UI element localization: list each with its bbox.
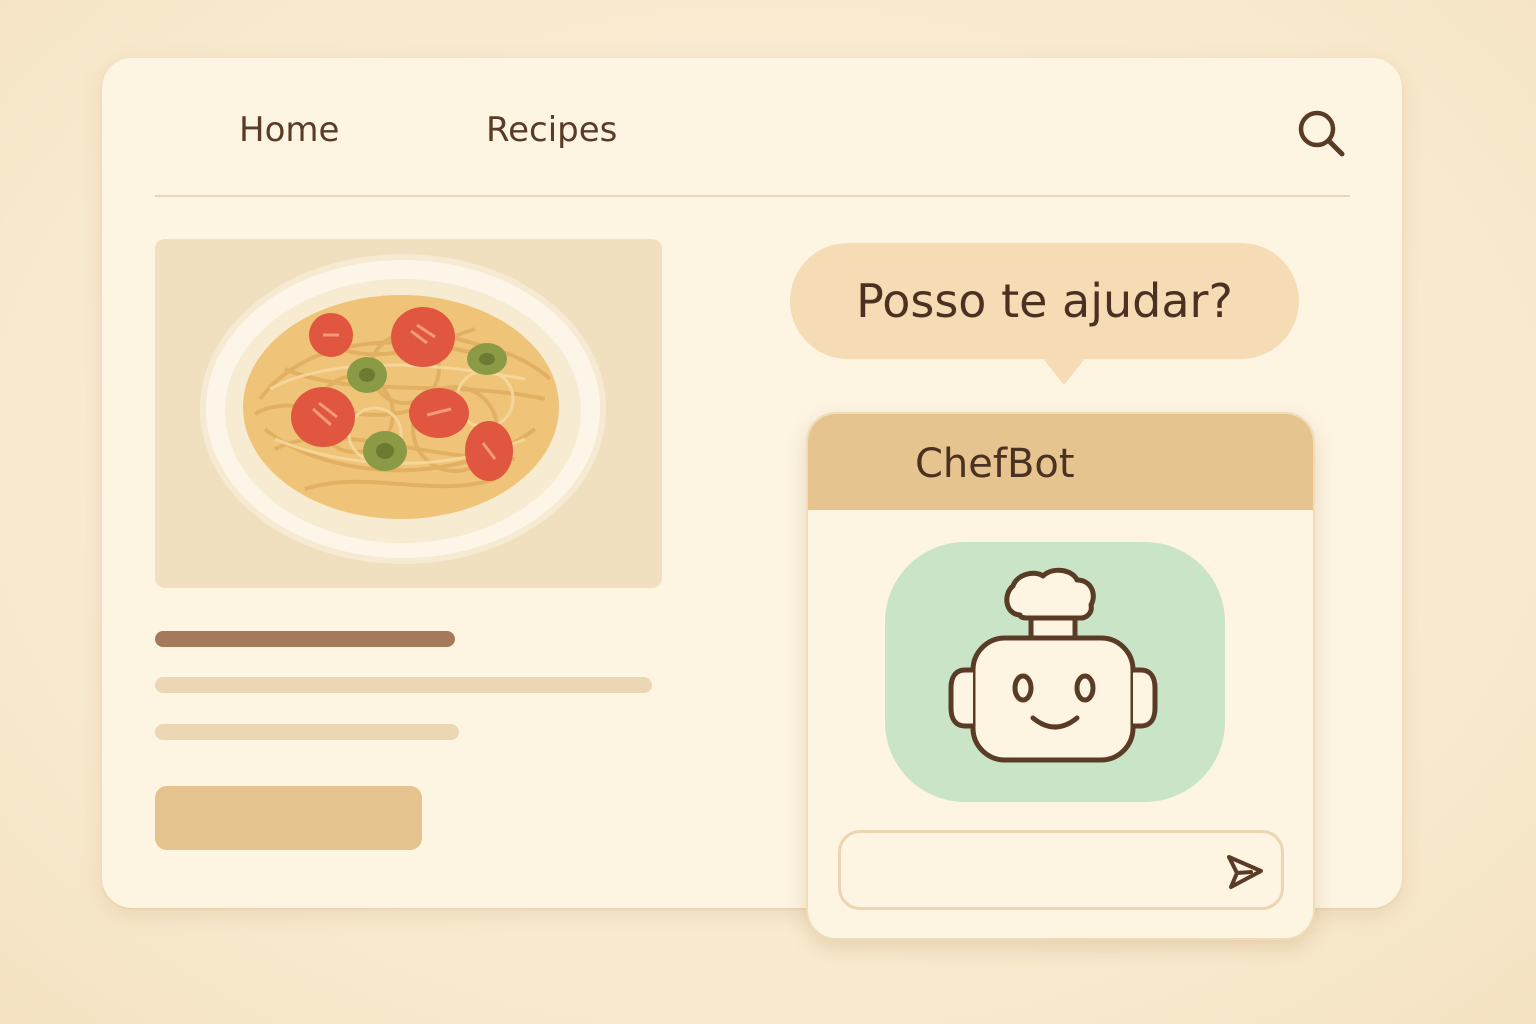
- pasta-dish-image: [155, 239, 662, 588]
- chat-input-container: [838, 830, 1284, 910]
- search-icon: [1298, 110, 1345, 157]
- chef-robot-avatar: [885, 542, 1225, 802]
- chef-robot-icon: [948, 567, 1158, 763]
- chatbot-prompt-bubble[interactable]: Posso te ajudar?: [790, 243, 1299, 359]
- recipe-text-placeholder: [155, 724, 459, 740]
- chatbot-title: ChefBot: [915, 441, 1075, 487]
- search-button[interactable]: [1292, 104, 1350, 162]
- recipe-action-button[interactable]: [155, 786, 422, 850]
- recipe-text-placeholder: [155, 677, 652, 693]
- nav-recipes-link[interactable]: Recipes: [486, 108, 617, 152]
- nav-home-link[interactable]: Home: [239, 108, 339, 152]
- chat-message-input[interactable]: [859, 847, 1203, 895]
- send-button[interactable]: [1221, 849, 1267, 895]
- speech-bubble-tail: [1042, 357, 1086, 385]
- nav-divider: [155, 195, 1350, 197]
- send-icon: [1227, 855, 1263, 889]
- chatbot-widget: ChefBot: [806, 412, 1315, 940]
- recipe-title-placeholder: [155, 631, 455, 647]
